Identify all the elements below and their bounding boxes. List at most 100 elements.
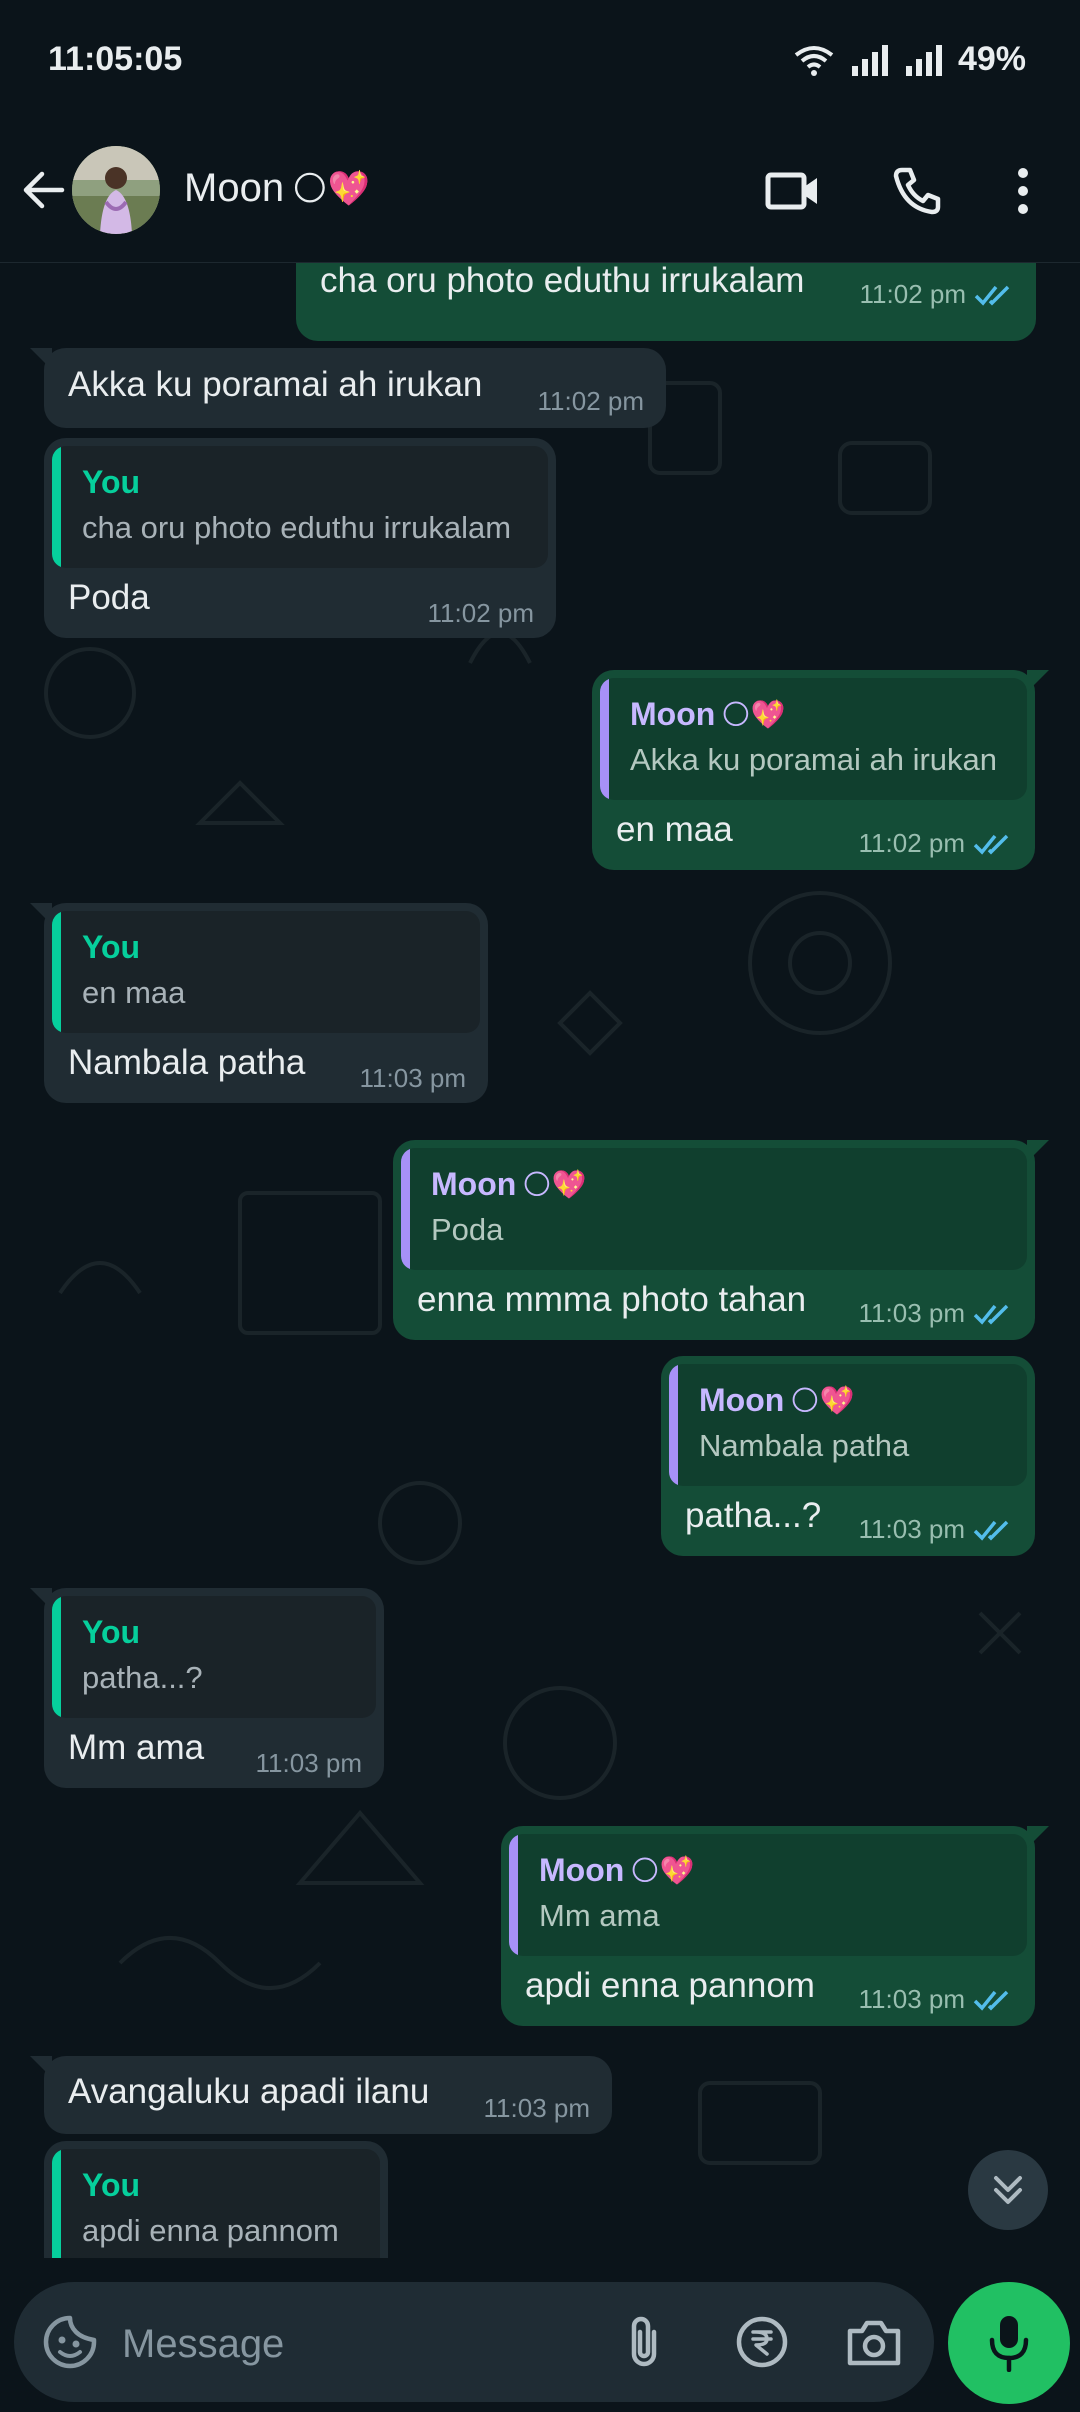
bubble-tail <box>30 903 52 925</box>
quote-bar <box>52 1596 61 1718</box>
contact-name[interactable]: Moon 🌕💖 <box>184 166 370 211</box>
reply-quote[interactable]: You en maa <box>52 911 480 1033</box>
bubble-tail <box>1027 670 1049 692</box>
reply-quote[interactable]: Moon 🌕💖 Poda <box>401 1148 1027 1270</box>
signal-icon <box>851 44 888 76</box>
message-text: en maa <box>616 810 733 849</box>
camera-button[interactable] <box>842 2310 906 2374</box>
message-text: cha oru photo eduthu irrukalam <box>320 263 805 300</box>
quote-text: Akka ku poramai ah irukan <box>630 742 998 777</box>
message-text: Nambala patha <box>68 1043 306 1082</box>
video-call-button[interactable] <box>764 162 822 220</box>
signal-icon-2 <box>905 44 942 76</box>
quote-author: You <box>82 929 141 965</box>
quote-text: cha oru photo eduthu irrukalam <box>82 510 512 545</box>
status-bar: 11:05:05 49% <box>0 0 1080 120</box>
reply-quote[interactable]: Moon 🌕💖 Akka ku poramai ah irukan <box>600 678 1027 800</box>
double-check-icon <box>973 1990 1009 2011</box>
reply-quote[interactable]: Moon 🌕💖 Nambala patha <box>669 1364 1027 1486</box>
bubble-tail <box>30 348 52 370</box>
sticker-icon <box>43 2315 97 2369</box>
message-time: 11:02 pm <box>860 279 1014 310</box>
reply-quote[interactable]: You apdi enna pannom <box>52 2149 380 2258</box>
double-check-icon <box>973 1304 1009 1325</box>
quote-bar <box>52 2149 61 2258</box>
message-bubble-incoming[interactable]: You cha oru photo eduthu irrukalam Poda … <box>44 438 556 638</box>
message-time: 11:02 pm <box>537 386 644 416</box>
message-text: apdi enna pannom <box>525 1966 815 2005</box>
bubble-tail <box>30 1588 52 1610</box>
message-time: 11:03 pm <box>859 1984 1013 2015</box>
contact-name-text: Moon <box>184 166 285 210</box>
wifi-icon <box>794 45 834 76</box>
scroll-to-bottom-button[interactable] <box>968 2150 1048 2230</box>
video-camera-icon <box>765 172 817 210</box>
more-options-button[interactable] <box>994 162 1052 220</box>
message-bubble-incoming[interactable]: You en maa Nambala patha 11:03 pm <box>30 903 488 1103</box>
message-bubble-outgoing[interactable]: Moon 🌕💖 Poda enna mmma photo tahan 11:03… <box>393 1140 1049 1340</box>
quote-text: Nambala patha <box>699 1428 910 1463</box>
voice-call-button[interactable] <box>888 162 946 220</box>
reply-quote[interactable]: Moon 🌕💖 Mm ama <box>509 1834 1027 1956</box>
emoji-button[interactable] <box>38 2310 102 2374</box>
message-time: 11:03 pm <box>859 1298 1013 1329</box>
message-time: 11:03 pm <box>483 2093 590 2123</box>
message-text: patha...? <box>685 1496 822 1535</box>
reply-quote[interactable]: You patha...? <box>52 1596 376 1718</box>
reply-quote[interactable]: You cha oru photo eduthu irrukalam <box>52 446 548 568</box>
message-input[interactable]: Message <box>122 2322 284 2367</box>
chat-header: Moon 🌕💖 <box>0 120 1080 263</box>
quote-author: You <box>82 2167 141 2203</box>
message-text: Mm ama <box>68 1728 205 1767</box>
back-button[interactable] <box>18 164 70 216</box>
message-text: Poda <box>68 578 150 617</box>
bubble-tail <box>30 2056 52 2078</box>
message-text: Avangaluku apadi ilanu <box>68 2072 430 2111</box>
quote-text: apdi enna pannom <box>82 2213 339 2248</box>
bubble-tail <box>1027 1826 1049 1848</box>
quote-text: patha...? <box>82 1660 203 1695</box>
message-time: 11:03 pm <box>359 1063 466 1093</box>
message-time: 11:02 pm <box>427 598 534 628</box>
quote-text: Poda <box>431 1212 504 1247</box>
message-bubble-outgoing[interactable]: Moon 🌕💖 Nambala patha patha...? 11:03 pm <box>661 1356 1035 1556</box>
message-bubble-incoming[interactable]: Avangaluku apadi ilanu 11:03 pm <box>30 2056 612 2134</box>
message-bubble-outgoing[interactable]: Moon 🌕💖 Mm ama apdi enna pannom 11:03 pm <box>501 1826 1049 2026</box>
phone-icon <box>893 167 941 215</box>
quote-bar <box>52 446 61 568</box>
quote-bar <box>669 1364 678 1486</box>
payment-button[interactable] <box>730 2310 794 2374</box>
quote-bar <box>509 1834 518 1956</box>
chat-area[interactable]: cha oru photo eduthu irrukalam 11:02 pm … <box>0 263 1080 2258</box>
message-bubble-incoming[interactable]: You patha...? Mm ama 11:03 pm <box>30 1588 384 1788</box>
message-bubble-incoming[interactable]: You apdi enna pannom <box>44 2141 388 2258</box>
message-bubble-outgoing[interactable]: cha oru photo eduthu irrukalam 11:02 pm <box>296 263 1036 341</box>
message-bubble-outgoing[interactable]: Moon 🌕💖 Akka ku poramai ah irukan en maa… <box>592 670 1049 870</box>
quote-author: Moon 🌕💖 <box>699 1382 855 1418</box>
bubble-tail <box>1027 1140 1049 1162</box>
camera-icon <box>847 2320 901 2366</box>
rupee-icon <box>736 2316 788 2368</box>
voice-message-button[interactable] <box>948 2282 1070 2404</box>
quote-bar <box>600 678 609 800</box>
double-check-icon <box>973 834 1009 855</box>
more-vertical-icon <box>1018 168 1028 214</box>
quote-author: Moon 🌕💖 <box>630 696 786 732</box>
status-time: 11:05:05 <box>48 40 183 78</box>
composer: Message <box>0 2258 1080 2412</box>
quote-author: Moon 🌕💖 <box>431 1166 587 1202</box>
microphone-icon <box>989 2316 1029 2372</box>
contact-name-emoji: 🌕💖 <box>292 169 370 208</box>
quote-author: You <box>82 464 141 500</box>
message-text: enna mmma photo tahan <box>417 1280 807 1319</box>
message-time: 11:02 pm <box>859 828 1013 859</box>
avatar[interactable] <box>72 146 160 234</box>
quote-text: Mm ama <box>539 1898 660 1933</box>
message-input-pill[interactable]: Message <box>14 2282 934 2402</box>
quote-bar <box>52 911 61 1033</box>
status-icons: 49% <box>792 40 1026 79</box>
message-bubble-incoming[interactable]: Akka ku poramai ah irukan 11:02 pm <box>30 348 666 428</box>
avatar-photo <box>72 146 160 234</box>
attach-button[interactable] <box>612 2310 676 2374</box>
paperclip-icon <box>631 2316 657 2367</box>
